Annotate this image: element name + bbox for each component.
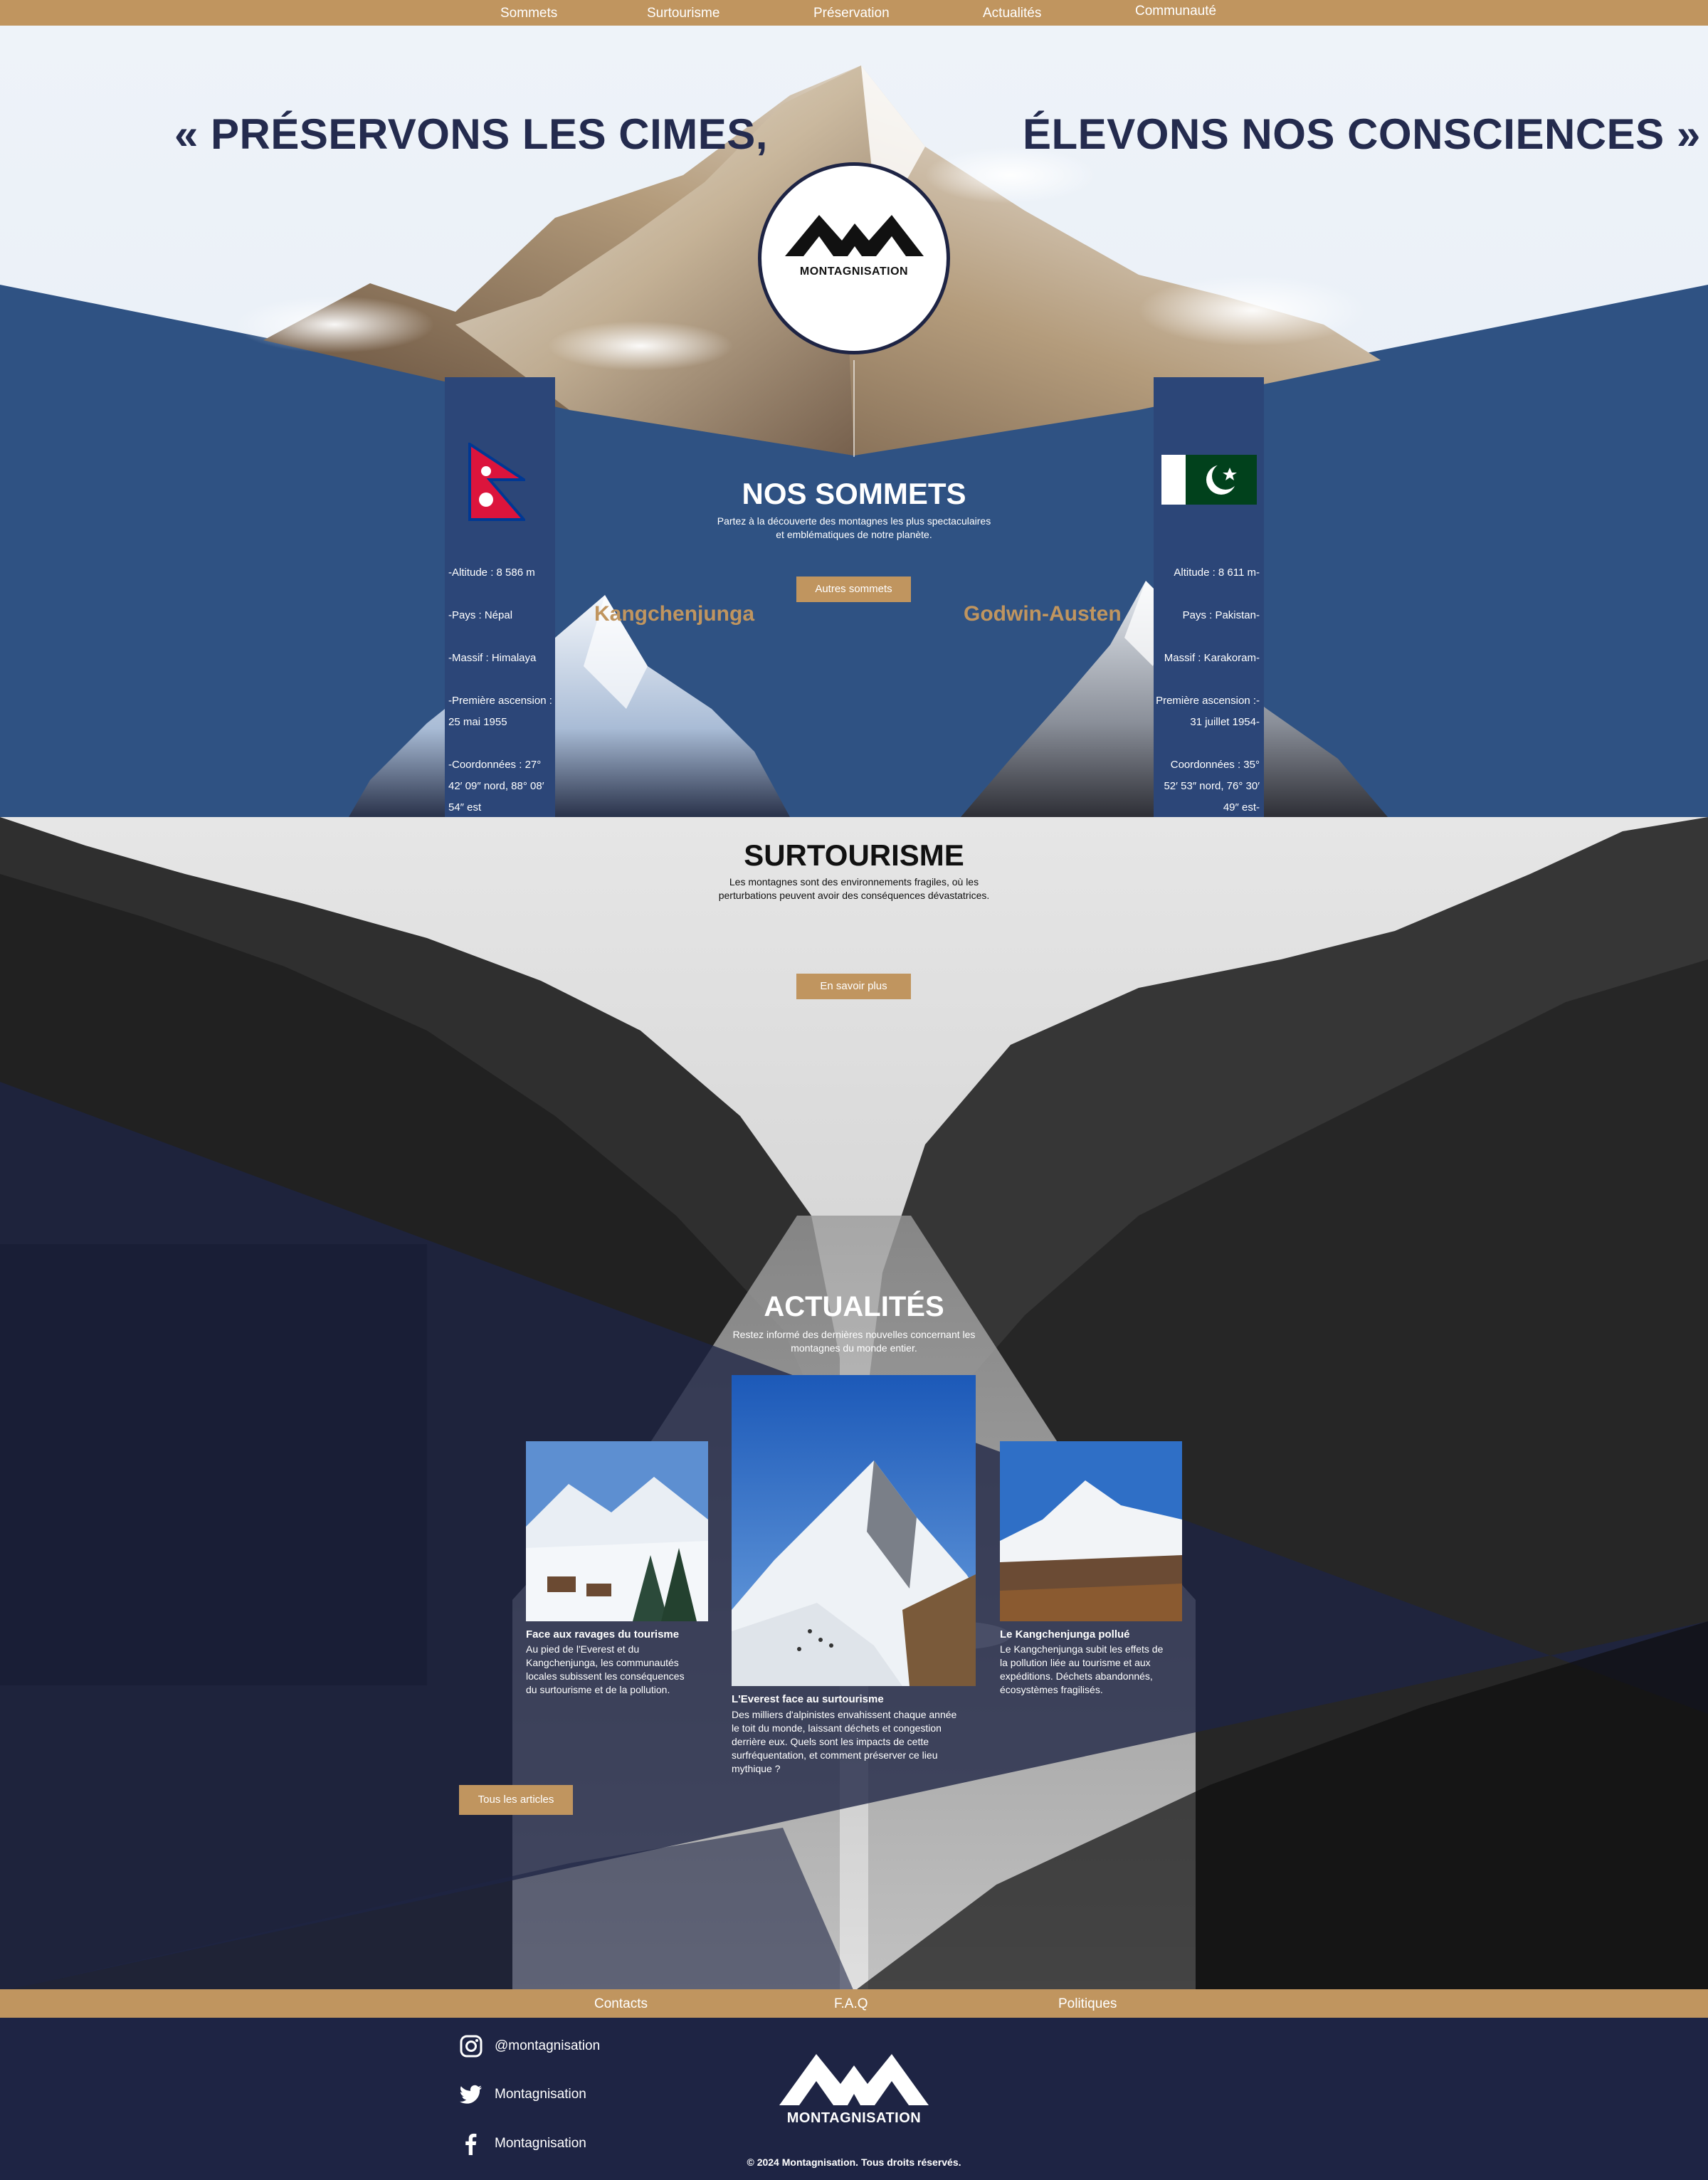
stat-first-ascent: Première ascension :- — [1156, 695, 1260, 707]
twitter-icon — [460, 2085, 482, 2104]
article-text-line: derrière eux. Quels sont les impacts de … — [732, 1736, 929, 1747]
facebook-label: Montagnisation — [495, 2136, 586, 2151]
footer-logo-text: MONTAGNISATION — [786, 2110, 922, 2126]
stat-massif: Massif : Karakoram- — [1164, 652, 1260, 664]
footer-navigation: Contacts F.A.Q Politiques — [0, 1989, 1708, 2018]
instagram-label: @montagnisation — [495, 2038, 601, 2053]
social-facebook[interactable]: Montagnisation — [459, 2129, 586, 2158]
nav-item-actualites[interactable]: Actualités — [983, 6, 1041, 21]
article-text-line: mythique ? — [732, 1763, 781, 1774]
article-text-line: expéditions. Déchets abandonnés, — [1000, 1670, 1153, 1682]
mountain-logo-icon — [785, 215, 924, 256]
right-mountain-stats: Altitude : 8 611 m- Pays : Pakistan- Mas… — [1146, 562, 1260, 818]
article-text-line: du surtourisme et de la pollution. — [526, 1684, 670, 1695]
stat-country: Pays : Pakistan- — [1182, 609, 1260, 621]
learn-more-button[interactable]: En savoir plus — [796, 974, 911, 999]
hero-quote-left: « PRÉSERVONS LES CIMES, — [174, 110, 768, 158]
stat-coordinates-3: 54″ est — [448, 801, 482, 813]
article-image-kangchenjunga[interactable] — [1000, 1441, 1182, 1621]
article-text-line: la pollution liée au tourisme et aux — [1000, 1657, 1151, 1668]
stat-first-ascent-date: 25 mai 1955 — [448, 716, 507, 728]
article-text-line: Des milliers d'alpinistes envahissent ch… — [732, 1709, 957, 1720]
actualites-subtitle-line2: montagnes du monde entier. — [791, 1342, 917, 1354]
stat-coordinates-3: 49″ est- — [1223, 801, 1260, 813]
article-text-line: Au pied de l'Everest et du — [526, 1643, 640, 1655]
stat-first-ascent: -Première ascension : — [448, 695, 552, 707]
article-text-line: surfréquentation, et comment préserver c… — [732, 1749, 938, 1761]
footer: @montagnisation Montagnisation Montagnis… — [0, 2018, 1708, 2180]
sommets-subtitle: Partez à la découverte des montagnes les… — [569, 515, 1139, 542]
mountain-name-godwin-austen[interactable]: Godwin-Austen — [964, 602, 1122, 626]
article-text-line: Kangchenjunga, les communautés — [526, 1657, 679, 1668]
hero-section: « PRÉSERVONS LES CIMES, ÉLEVONS NOS CONS… — [0, 26, 1708, 817]
nav-item-sommets[interactable]: Sommets — [500, 6, 557, 21]
actualites-title: ACTUALITÉS — [764, 1291, 944, 1322]
article-text-2: Des milliers d'alpinistes envahissent ch… — [732, 1708, 988, 1776]
footer-link-faq[interactable]: F.A.Q — [834, 1996, 868, 2012]
surtourisme-title: SURTOURISME — [744, 838, 964, 872]
footer-link-contacts[interactable]: Contacts — [594, 1996, 648, 2012]
article-title-2[interactable]: L'Everest face au surtourisme — [732, 1693, 884, 1705]
instagram-icon — [460, 2035, 483, 2058]
article-image-everest[interactable] — [732, 1375, 976, 1686]
social-twitter[interactable]: Montagnisation — [459, 2080, 586, 2109]
article-text-line: Le Kangchenjunga subit les effets de — [1000, 1643, 1164, 1655]
article-text-line: écosystèmes fragilisés. — [1000, 1684, 1103, 1695]
pakistan-flag-icon — [1161, 455, 1257, 505]
stat-first-ascent-date: 31 juillet 1954- — [1190, 716, 1260, 728]
all-articles-button[interactable]: Tous les articles — [459, 1785, 573, 1815]
article-image-village[interactable] — [526, 1441, 708, 1621]
hero-quote-right: ÉLEVONS NOS CONSCIENCES » — [1023, 110, 1701, 158]
brand-logo[interactable]: MONTAGNISATION — [758, 162, 950, 354]
sommets-subtitle-line2: et emblématiques de notre planète. — [776, 529, 932, 540]
nav-item-surtourisme[interactable]: Surtourisme — [647, 6, 719, 21]
surtourisme-subtitle-line2: perturbations peuvent avoir des conséque… — [718, 890, 990, 901]
surtourisme-subtitle-line1: Les montagnes sont des environnements fr… — [729, 876, 979, 888]
actualites-subtitle-line1: Restez informé des dernières nouvelles c… — [732, 1329, 976, 1340]
surtourisme-subtitle: Les montagnes sont des environnements fr… — [569, 875, 1139, 902]
mountain-name-kangchenjunga[interactable]: Kangchenjunga — [594, 602, 754, 626]
twitter-label: Montagnisation — [495, 2087, 586, 2102]
other-summits-button[interactable]: Autres sommets — [796, 576, 911, 602]
stat-country: -Pays : Népal — [448, 609, 513, 621]
logo-text: MONTAGNISATION — [799, 265, 909, 278]
stat-altitude: -Altitude : 8 586 m — [448, 567, 535, 579]
stat-altitude: Altitude : 8 611 m- — [1174, 567, 1260, 579]
footer-logo-icon[interactable] — [779, 2043, 929, 2110]
stat-massif: -Massif : Himalaya — [448, 652, 537, 664]
footer-link-politiques[interactable]: Politiques — [1058, 1996, 1117, 2012]
surtourisme-section: SURTOURISME Les montagnes sont des envir… — [0, 817, 1708, 1991]
social-instagram[interactable]: @montagnisation — [459, 2032, 600, 2060]
article-text-line: locales subissent les conséquences — [526, 1670, 685, 1682]
nav-item-preservation[interactable]: Préservation — [813, 6, 890, 21]
sommets-title: NOS SOMMETS — [742, 477, 966, 510]
left-mountain-stats: -Altitude : 8 586 m -Pays : Népal -Massi… — [448, 562, 559, 818]
sommets-subtitle-line1: Partez à la découverte des montagnes les… — [717, 515, 991, 527]
stat-coordinates: -Coordonnées : 27° — [448, 759, 542, 771]
stat-coordinates-2: 42′ 09″ nord, 88° 08′ — [448, 780, 544, 792]
article-text-line: le toit du monde, laissant déchets et co… — [732, 1722, 942, 1734]
top-navigation: Sommets Surtourisme Préservation Actuali… — [0, 0, 1708, 26]
article-text-3: Le Kangchenjunga subit les effets de la … — [1000, 1643, 1185, 1697]
article-title-1[interactable]: Face aux ravages du tourisme — [526, 1628, 679, 1641]
stat-coordinates: Coordonnées : 35° — [1170, 759, 1260, 771]
article-text-1: Au pied de l'Everest et du Kangchenjunga… — [526, 1643, 711, 1697]
facebook-icon — [465, 2133, 477, 2155]
stat-coordinates-2: 52′ 53″ nord, 76° 30′ — [1164, 780, 1260, 792]
copyright: © 2024 Montagnisation. Tous droits réser… — [747, 2157, 961, 2168]
actualites-subtitle: Restez informé des dernières nouvelles c… — [605, 1328, 1103, 1355]
nav-item-communaute[interactable]: Communauté — [1135, 4, 1216, 19]
nepal-flag-icon — [468, 443, 525, 521]
article-title-3[interactable]: Le Kangchenjunga pollué — [1000, 1628, 1130, 1641]
